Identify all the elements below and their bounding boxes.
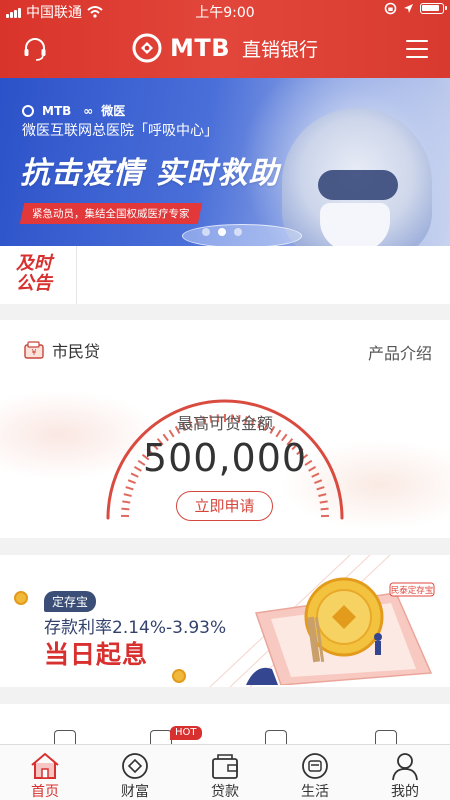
announcement-bar[interactable]: 及时 公告: [0, 246, 450, 304]
clock: 上午9:00: [195, 5, 255, 21]
gauge-tick: [314, 479, 323, 484]
tab-life[interactable]: 生活: [270, 745, 360, 800]
coin-icon: [172, 669, 186, 683]
tab-loan[interactable]: 贷款: [180, 745, 270, 800]
deposit-card[interactable]: 定存宝 存款利率2.14%-3.93% 当日起息 民泰定存宝: [0, 555, 450, 687]
gauge-tick: [316, 486, 325, 491]
banner-tag: 紧急动员，集结全国权威医疗专家: [19, 203, 202, 224]
banner-hospital: 微医互联网总医院「呼吸中心」: [22, 123, 218, 139]
gauge-tick: [121, 507, 130, 511]
svg-text:¥: ¥: [31, 348, 36, 357]
loan-product-title: ¥ 市民贷: [24, 338, 100, 362]
tab-profile[interactable]: 我的: [360, 745, 450, 800]
status-bar: 中国联通 上午9:00: [0, 0, 450, 22]
menu-icon[interactable]: [406, 40, 428, 58]
gauge-tick: [318, 493, 327, 497]
max-loan-caption: 最高可贷金额: [176, 414, 273, 433]
brand-subtitle: 直销银行: [242, 38, 319, 61]
wallet-icon: ¥: [24, 341, 44, 359]
weiyi-logo-icon: ∞: [83, 103, 94, 118]
mtb-logo-icon: [132, 33, 162, 63]
brand-logo-group: MTB 直销银行: [0, 33, 450, 63]
gauge-tick: [122, 500, 131, 504]
banner-title: 抗击疫情 实时救助: [20, 156, 280, 191]
gauge-tick: [320, 507, 329, 511]
life-icon: [302, 753, 328, 779]
top-header: 中国联通 上午9:00 MTB 直销银行: [0, 0, 450, 78]
loan-icon: [212, 754, 238, 779]
loan-product-name: 市民贷: [52, 342, 101, 361]
app-screen: 中国联通 上午9:00 MTB 直销银行 MTB ∞ 微医 微医互联网总医院「呼…: [0, 0, 450, 800]
shortcut-icon[interactable]: [265, 730, 287, 744]
gauge-tick: [319, 500, 328, 504]
profile-icon: [392, 753, 418, 781]
gauge-tick: [127, 479, 136, 484]
carousel-dot[interactable]: [202, 228, 210, 236]
brand-name: MTB: [169, 34, 231, 62]
carousel-dot-active[interactable]: [218, 228, 226, 236]
tab-wealth[interactable]: 财富: [90, 745, 180, 800]
hot-badge: HOT: [170, 726, 202, 740]
carousel-dots[interactable]: [202, 228, 242, 236]
gauge-tick: [123, 493, 132, 497]
shortcut-icon[interactable]: [54, 730, 76, 744]
mtb-small-logo-icon: [22, 104, 34, 117]
product-intro-link[interactable]: 产品介绍: [368, 340, 432, 364]
gauge-tick: [125, 486, 134, 491]
shortcut-icon[interactable]: [375, 730, 397, 744]
shortcut-icon[interactable]: [150, 730, 172, 744]
max-loan-amount: 500,000: [142, 436, 308, 480]
announcement-badge: 及时 公告: [16, 253, 52, 294]
coin-icon: [14, 591, 28, 605]
wealth-icon: [122, 753, 148, 779]
battery-icon: [420, 3, 447, 14]
carousel-dot[interactable]: [234, 228, 242, 236]
bottom-tab-bar: 首页 财富 贷款 生活 我的: [0, 744, 450, 800]
loan-card[interactable]: ¥ 市民贷 产品介绍 最高可贷金额 500,000 立即申请: [0, 320, 450, 538]
tab-home[interactable]: 首页: [0, 745, 90, 800]
deposit-headline: 当日起息: [44, 640, 149, 669]
banner-partner-logos: MTB ∞ 微医: [22, 102, 125, 119]
apply-now-button[interactable]: 立即申请: [176, 491, 273, 521]
home-icon: [31, 752, 59, 779]
promo-banner[interactable]: MTB ∞ 微医 微医互联网总医院「呼吸中心」 抗击疫情 实时救助 紧急动员，集…: [0, 78, 450, 246]
shortcuts-row: HOT: [0, 704, 450, 744]
location-icon: [404, 4, 413, 13]
divider: [76, 246, 77, 304]
phone-coin-illustration: 民泰定存宝: [246, 577, 435, 685]
art-label: 民泰定存宝: [391, 585, 434, 596]
deposit-product-tag: 定存宝: [44, 591, 97, 612]
lock-rotation-icon: [384, 2, 397, 15]
